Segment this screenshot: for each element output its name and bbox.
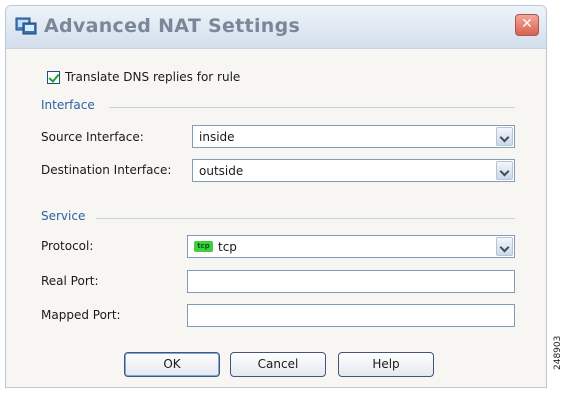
cancel-button[interactable]: Cancel (230, 352, 326, 377)
service-divider (96, 218, 515, 219)
tcp-protocol-icon: tcp (194, 241, 213, 252)
interface-section-title: Interface (41, 98, 95, 112)
close-icon: ✕ (521, 16, 533, 32)
translate-dns-checkbox[interactable] (47, 70, 60, 84)
interface-divider (109, 107, 515, 108)
destination-interface-select[interactable]: outside (192, 159, 515, 182)
chevron-down-icon[interactable] (496, 237, 513, 256)
title-bar[interactable]: Advanced NAT Settings ✕ (6, 6, 546, 49)
protocol-value: tcp (218, 240, 237, 254)
ok-button[interactable]: OK (124, 352, 220, 377)
mapped-port-label: Mapped Port: (41, 308, 121, 322)
real-port-input[interactable] (187, 270, 515, 293)
source-interface-label: Source Interface: (41, 130, 144, 144)
dialog-window: Advanced NAT Settings ✕ Translate DNS re… (5, 5, 547, 388)
mapped-port-input[interactable] (187, 304, 515, 327)
real-port-label: Real Port: (41, 274, 99, 288)
window-title: Advanced NAT Settings (44, 15, 301, 37)
source-interface-value: inside (199, 130, 235, 144)
figure-id-label: 248903 (553, 335, 563, 370)
destination-interface-value: outside (199, 164, 244, 178)
source-interface-select[interactable]: inside (192, 125, 515, 148)
help-button[interactable]: Help (338, 352, 434, 377)
destination-interface-label: Destination Interface: (41, 163, 172, 177)
protocol-label: Protocol: (41, 239, 94, 253)
chevron-down-icon[interactable] (496, 161, 513, 180)
translate-dns-row[interactable]: Translate DNS replies for rule (47, 70, 240, 84)
service-section-title: Service (41, 209, 86, 223)
network-app-icon (15, 16, 37, 36)
close-button[interactable]: ✕ (515, 14, 539, 36)
chevron-down-icon[interactable] (496, 127, 513, 146)
translate-dns-label: Translate DNS replies for rule (65, 70, 241, 84)
protocol-select[interactable]: tcp tcp (187, 235, 515, 258)
